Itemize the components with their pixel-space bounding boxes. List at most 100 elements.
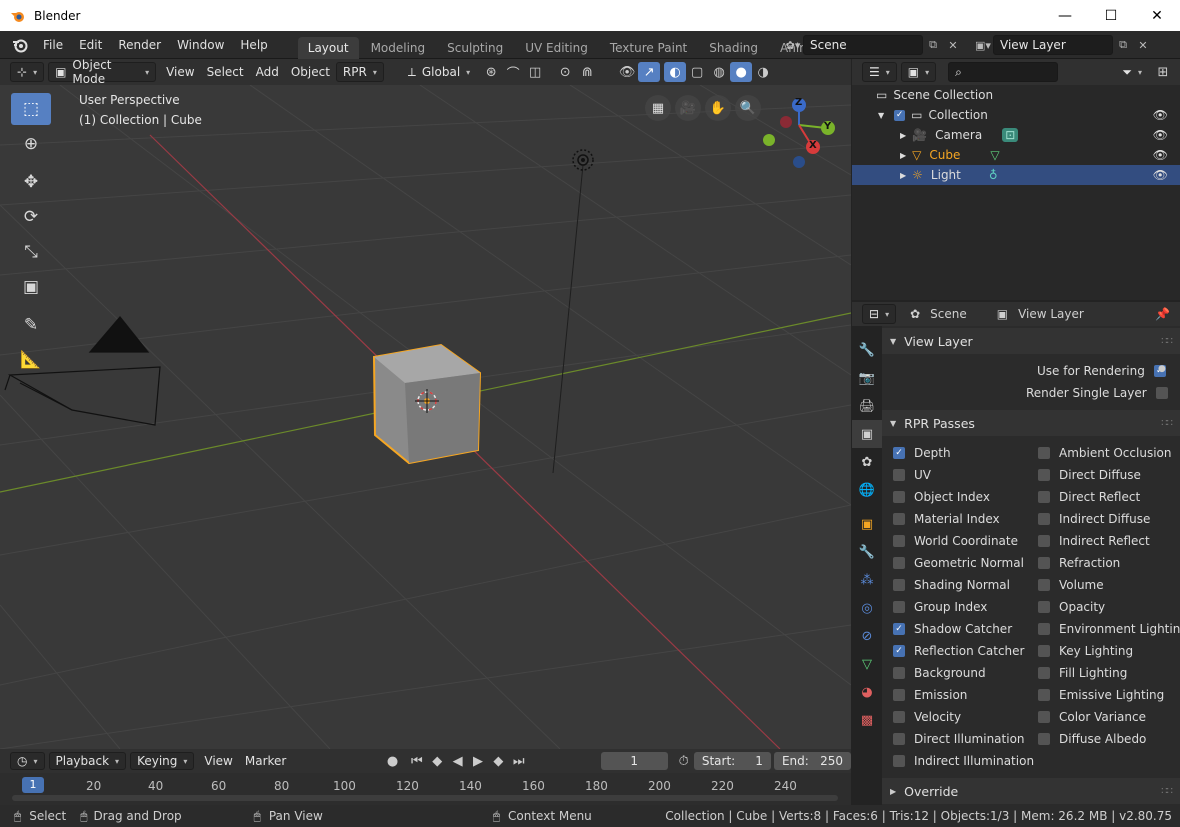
pass-checkbox[interactable]: Indirect Illumination bbox=[893, 754, 1034, 768]
pass-checkbox[interactable]: UV bbox=[893, 468, 931, 482]
pass-checkbox[interactable]: Velocity bbox=[893, 710, 961, 724]
pass-checkbox[interactable]: Refraction bbox=[1038, 556, 1120, 570]
pass-checkbox-box[interactable] bbox=[1038, 447, 1050, 459]
3d-viewport[interactable]: Z Y X User Perspective (1) Collection | … bbox=[0, 85, 851, 749]
pass-checkbox[interactable]: Emission bbox=[893, 688, 967, 702]
drag-handle-icon[interactable]: ∷∷ bbox=[1161, 786, 1173, 797]
end-frame-field[interactable]: End: 250 bbox=[773, 752, 852, 770]
pass-checkbox[interactable]: Group Index bbox=[893, 600, 987, 614]
view-menu[interactable]: View bbox=[160, 62, 200, 82]
cube-object[interactable] bbox=[372, 343, 482, 465]
pass-checkbox-box[interactable] bbox=[893, 557, 905, 569]
camera-view-icon[interactable]: 🎥 bbox=[675, 95, 701, 121]
tab-particles-icon[interactable]: ⁂ bbox=[852, 566, 882, 594]
delete-scene-icon[interactable]: ✕ bbox=[943, 35, 963, 55]
keyframe-dot-icon[interactable]: ● bbox=[1158, 364, 1166, 374]
scale-tool[interactable]: ⤡ bbox=[11, 236, 51, 268]
overlay-toggle-icon[interactable]: ◐ bbox=[664, 62, 687, 82]
timeline-editor-type[interactable]: ◷ ▾ bbox=[10, 752, 45, 770]
tab-uv-editing[interactable]: UV Editing bbox=[515, 37, 598, 59]
outliner-cube[interactable]: ▶ ▽ Cube ▽ 👁 bbox=[852, 145, 1180, 165]
render-single-layer-box[interactable] bbox=[1155, 387, 1168, 399]
tab-texture-icon[interactable]: ▩ bbox=[852, 706, 882, 734]
timeline-marker-menu[interactable]: Marker bbox=[239, 751, 292, 771]
close-button[interactable]: ✕ bbox=[1134, 0, 1180, 31]
eye-icon[interactable]: 👁 bbox=[1153, 148, 1168, 162]
jump-start-icon[interactable]: ⏮ bbox=[407, 751, 427, 771]
add-menu[interactable]: Add bbox=[250, 62, 285, 82]
pass-checkbox-box[interactable] bbox=[1038, 623, 1050, 635]
rpr-passes-panel-header[interactable]: ▼ RPR Passes ∷∷ bbox=[882, 410, 1180, 436]
gizmo-toggle-icon[interactable]: ↗ bbox=[638, 62, 661, 82]
render-single-layer-checkbox[interactable]: Render Single Layer bbox=[1026, 386, 1168, 400]
material-shading-icon[interactable]: ◑ bbox=[752, 62, 774, 82]
pass-checkbox[interactable]: Geometric Normal bbox=[893, 556, 1024, 570]
pass-checkbox[interactable]: ✓ Reflection Catcher bbox=[893, 644, 1024, 658]
mode-dropdown[interactable]: ▣ Object Mode ▾ bbox=[48, 58, 157, 86]
pass-checkbox-box[interactable] bbox=[1038, 513, 1050, 525]
measure-tool[interactable]: 📐 bbox=[11, 344, 51, 376]
pass-checkbox[interactable]: Object Index bbox=[893, 490, 990, 504]
pass-checkbox-box[interactable] bbox=[1038, 579, 1050, 591]
tab-modeling[interactable]: Modeling bbox=[361, 37, 436, 59]
tab-render-icon[interactable]: 📷 bbox=[852, 364, 882, 392]
tab-modifiers-icon[interactable]: 🔧 bbox=[852, 538, 882, 566]
scene-name-field[interactable]: Scene bbox=[803, 35, 923, 55]
blender-logo-icon[interactable] bbox=[11, 36, 29, 54]
pass-checkbox-box[interactable] bbox=[893, 579, 905, 591]
pass-checkbox[interactable]: Shading Normal bbox=[893, 578, 1010, 592]
play-reverse-icon[interactable]: ◀ bbox=[447, 751, 467, 771]
use-for-rendering-checkbox[interactable]: ✓ Use for Rendering bbox=[1037, 364, 1166, 378]
filter-dropdown[interactable]: ⏷ ▾ bbox=[1116, 62, 1148, 82]
select-box-tool[interactable]: ⬚ bbox=[11, 93, 51, 125]
xray-icon[interactable]: ▢ bbox=[686, 62, 708, 82]
expand-arrow-icon[interactable]: ▶ bbox=[900, 131, 906, 140]
tab-view-layer-icon[interactable]: ▣ bbox=[852, 420, 882, 448]
pass-checkbox[interactable]: Fill Lighting bbox=[1038, 666, 1127, 680]
rotate-tool[interactable]: ⟳ bbox=[11, 201, 51, 233]
outliner-camera[interactable]: ▶ 🎥 Camera ⊡ 👁 bbox=[852, 125, 1180, 145]
next-keyframe-icon[interactable]: ◆ bbox=[488, 751, 508, 771]
transform-tool[interactable]: ▣ bbox=[11, 271, 51, 303]
tab-scene-icon[interactable]: ✿ bbox=[852, 448, 882, 476]
play-icon[interactable]: ▶ bbox=[468, 751, 488, 771]
select-menu[interactable]: Select bbox=[201, 62, 250, 82]
pass-checkbox-box[interactable] bbox=[1038, 601, 1050, 613]
override-panel-header[interactable]: ▶ Override ∷∷ bbox=[882, 778, 1180, 804]
pass-checkbox[interactable]: Indirect Diffuse bbox=[1038, 512, 1150, 526]
stopwatch-icon[interactable]: ⏱ bbox=[674, 751, 694, 771]
pass-checkbox[interactable]: Direct Illumination bbox=[893, 732, 1025, 746]
tab-physics-icon[interactable]: ◎ bbox=[852, 594, 882, 622]
pass-checkbox-box[interactable] bbox=[1038, 645, 1050, 657]
pivot-icon[interactable]: ⊛ bbox=[480, 62, 502, 82]
new-collection-icon[interactable]: ⊞ bbox=[1152, 62, 1174, 82]
engine-dropdown[interactable]: RPR ▾ bbox=[335, 62, 384, 82]
expand-arrow-icon[interactable]: ▶ bbox=[900, 171, 906, 180]
pass-checkbox[interactable]: Environment Lighting bbox=[1038, 622, 1180, 636]
object-menu[interactable]: Object bbox=[285, 62, 336, 82]
keying-menu[interactable]: Keying ▾ bbox=[130, 752, 195, 770]
pass-checkbox-box[interactable] bbox=[893, 535, 905, 547]
camera-data-icon[interactable]: ⊡ bbox=[1002, 128, 1019, 142]
playback-menu[interactable]: Playback ▾ bbox=[48, 752, 127, 770]
outliner-collection[interactable]: ▼ ✓ ▭ Collection 👁 bbox=[852, 105, 1180, 125]
new-view-layer-icon[interactable]: ⧉ bbox=[1113, 35, 1133, 55]
view-layer-name-field[interactable]: View Layer bbox=[993, 35, 1113, 55]
menu-render[interactable]: Render bbox=[110, 31, 169, 59]
eye-icon[interactable]: 👁 bbox=[1153, 128, 1168, 142]
collection-exclude-checkbox[interactable]: ✓ bbox=[894, 109, 906, 121]
scene-icon[interactable]: ✿▾ bbox=[783, 35, 803, 55]
editor-type-button[interactable]: ⊹ ▾ bbox=[10, 62, 45, 82]
tab-material-icon[interactable]: ◕ bbox=[852, 678, 882, 706]
pass-checkbox[interactable]: Color Variance bbox=[1038, 710, 1146, 724]
pass-checkbox[interactable]: Ambient Occlusion bbox=[1038, 446, 1171, 460]
pass-checkbox-box[interactable] bbox=[893, 733, 905, 745]
pass-checkbox-box[interactable] bbox=[1038, 733, 1050, 745]
new-scene-icon[interactable]: ⧉ bbox=[923, 35, 943, 55]
pass-checkbox-box[interactable]: ✓ bbox=[893, 447, 905, 459]
move-tool[interactable]: ✥ bbox=[11, 166, 51, 198]
tab-sculpting[interactable]: Sculpting bbox=[437, 37, 513, 59]
start-frame-field[interactable]: Start: 1 bbox=[693, 752, 771, 770]
mesh-data-icon[interactable]: ▽ bbox=[990, 148, 999, 162]
pass-checkbox-box[interactable] bbox=[1038, 689, 1050, 701]
